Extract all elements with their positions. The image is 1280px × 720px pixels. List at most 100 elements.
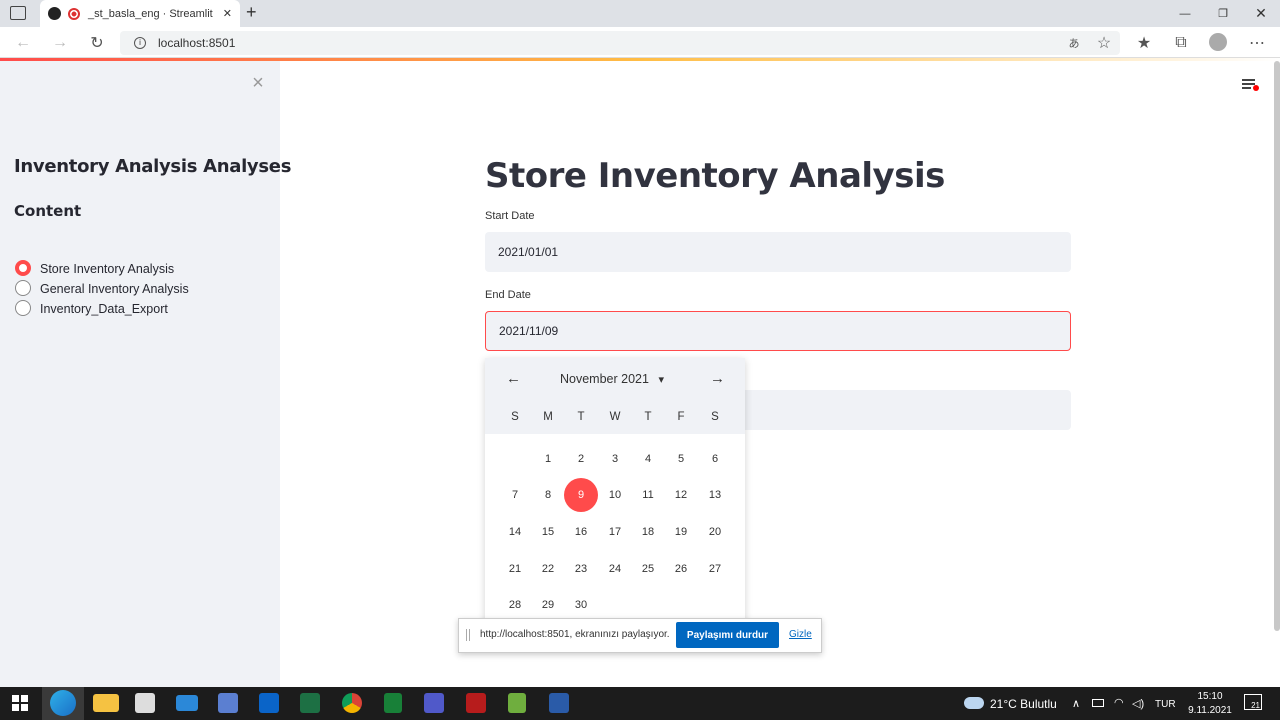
sidebar — [0, 61, 280, 687]
notification-icon[interactable]: 21 — [1244, 694, 1262, 710]
favorites-icon[interactable]: ★ — [1130, 30, 1158, 56]
start-date-input[interactable]: 2021/01/01 — [485, 232, 1071, 272]
scrollbar[interactable] — [1274, 61, 1280, 631]
cloud-icon — [964, 697, 984, 709]
calendar-date[interactable]: 25 — [631, 552, 665, 586]
calendar-date[interactable]: 10 — [598, 478, 632, 512]
calendar-date[interactable]: 5 — [664, 442, 698, 476]
profile-avatar[interactable] — [1209, 33, 1227, 51]
volume-icon[interactable]: ◁) — [1132, 697, 1144, 710]
browser-tab[interactable]: _st_basla_eng · Streamlit ✕ — [40, 0, 240, 27]
calendar-date[interactable]: 30 — [564, 588, 598, 622]
calendar-date[interactable]: 15 — [531, 515, 565, 549]
start-date-label: Start Date — [485, 210, 535, 222]
outlook-icon[interactable] — [259, 693, 279, 713]
powershell-icon[interactable] — [549, 693, 569, 713]
calendar-date[interactable]: 29 — [531, 588, 565, 622]
sidebar-title: Inventory Analysis Analyses — [14, 156, 292, 177]
calendar-date[interactable]: 1 — [531, 442, 565, 476]
back-icon[interactable]: ← — [9, 30, 37, 56]
teams-icon[interactable] — [424, 693, 444, 713]
calendar-date[interactable]: 22 — [531, 552, 565, 586]
store-icon[interactable] — [135, 693, 155, 713]
clock[interactable]: 15:10 9.11.2021 — [1188, 690, 1232, 718]
calendar-date[interactable]: 6 — [698, 442, 732, 476]
collections-icon[interactable]: ⧉ — [1167, 30, 1195, 56]
clock-date: 9.11.2021 — [1188, 705, 1232, 716]
weekday-label: T — [577, 411, 585, 423]
chrome-icon[interactable] — [342, 693, 362, 713]
tab-close-icon[interactable]: ✕ — [223, 7, 232, 20]
radio-label-inventory-export[interactable]: Inventory_Data_Export — [40, 302, 168, 316]
end-date-input[interactable]: 2021/11/09 — [485, 311, 1071, 351]
calendar-date[interactable]: 24 — [598, 552, 632, 586]
selected-date[interactable]: 9 — [564, 478, 598, 512]
radio-label-general-inventory[interactable]: General Inventory Analysis — [40, 282, 189, 296]
calendar-date[interactable]: 4 — [631, 442, 665, 476]
edge-app-icon[interactable] — [50, 690, 76, 716]
mail-icon[interactable] — [176, 695, 198, 711]
start-date-value: 2021/01/01 — [498, 245, 559, 259]
radio-store-inventory[interactable] — [15, 260, 31, 276]
hamburger-menu-icon[interactable] — [1240, 76, 1259, 92]
calendar-date[interactable]: 16 — [564, 515, 598, 549]
prev-month-icon[interactable]: ← — [506, 370, 521, 387]
calendar-date[interactable]: 13 — [698, 478, 732, 512]
radio-inventory-export[interactable] — [15, 300, 31, 316]
edge-favicon-icon — [48, 7, 61, 20]
tab-actions-icon[interactable] — [10, 6, 26, 20]
snipping-icon[interactable] — [218, 693, 238, 713]
calendar-date[interactable]: 20 — [698, 515, 732, 549]
calendar-date[interactable]: 23 — [564, 552, 598, 586]
calendar-date[interactable]: 12 — [664, 478, 698, 512]
calendar-date[interactable]: 17 — [598, 515, 632, 549]
notification-count: 21 — [1251, 701, 1260, 710]
file-explorer-icon[interactable] — [93, 694, 119, 712]
month-select[interactable]: November 2021 ▾ — [560, 372, 664, 386]
calendar-date[interactable]: 7 — [498, 478, 532, 512]
start-icon[interactable] — [12, 695, 28, 711]
sidebar-close-icon[interactable]: × — [248, 72, 268, 94]
calendar-date[interactable]: 26 — [664, 552, 698, 586]
calendar-date[interactable]: 8 — [531, 478, 565, 512]
drag-handle-icon[interactable] — [466, 629, 470, 641]
sheets-icon[interactable] — [384, 693, 402, 713]
calendar-date[interactable]: 27 — [698, 552, 732, 586]
window-close-button[interactable]: ✕ — [1238, 0, 1280, 27]
calendar-date[interactable]: 19 — [664, 515, 698, 549]
hide-link[interactable]: Gizle — [789, 629, 812, 640]
weekday-label: M — [543, 411, 553, 423]
calendar-date[interactable]: 18 — [631, 515, 665, 549]
tray-chevron-icon[interactable]: ∧ — [1072, 697, 1080, 710]
calendar-date[interactable]: 11 — [631, 478, 665, 512]
read-aloud-icon[interactable]: あ — [1060, 30, 1088, 56]
share-text: http://localhost:8501, ekranınızı paylaş… — [480, 629, 670, 640]
calendar-date[interactable]: 14 — [498, 515, 532, 549]
app-green-icon[interactable] — [508, 693, 526, 713]
url-text: localhost:8501 — [158, 36, 236, 50]
recording-icon — [68, 7, 80, 20]
caret-down-icon: ▾ — [658, 374, 664, 386]
calendar-date[interactable]: 21 — [498, 552, 532, 586]
stop-sharing-button[interactable]: Paylaşımı durdur — [676, 622, 779, 648]
favorite-add-icon[interactable]: ☆ — [1090, 30, 1118, 56]
new-tab-button[interactable]: + — [246, 2, 257, 23]
url-field[interactable]: i localhost:8501 — [120, 31, 1120, 55]
battery-icon[interactable] — [1092, 699, 1104, 707]
forward-icon[interactable]: → — [46, 30, 74, 56]
more-icon[interactable]: ⋯ — [1243, 30, 1271, 56]
language-indicator[interactable]: TUR — [1155, 699, 1176, 710]
wifi-icon[interactable]: ◠ — [1114, 696, 1124, 709]
radio-general-inventory[interactable] — [15, 280, 31, 296]
weather-text[interactable]: 21°C Bulutlu — [990, 697, 1057, 711]
calendar-date[interactable]: 2 — [564, 442, 598, 476]
calendar-date[interactable]: 3 — [598, 442, 632, 476]
calendar-date[interactable]: 28 — [498, 588, 532, 622]
excel-icon[interactable] — [300, 693, 320, 713]
page-title: Store Inventory Analysis — [485, 156, 945, 196]
reload-icon[interactable]: ↻ — [83, 30, 111, 56]
radio-label-store-inventory[interactable]: Store Inventory Analysis — [40, 262, 174, 276]
app-red-icon[interactable] — [466, 693, 486, 713]
next-month-icon[interactable]: → — [710, 370, 725, 387]
weekday-label: W — [609, 411, 621, 423]
